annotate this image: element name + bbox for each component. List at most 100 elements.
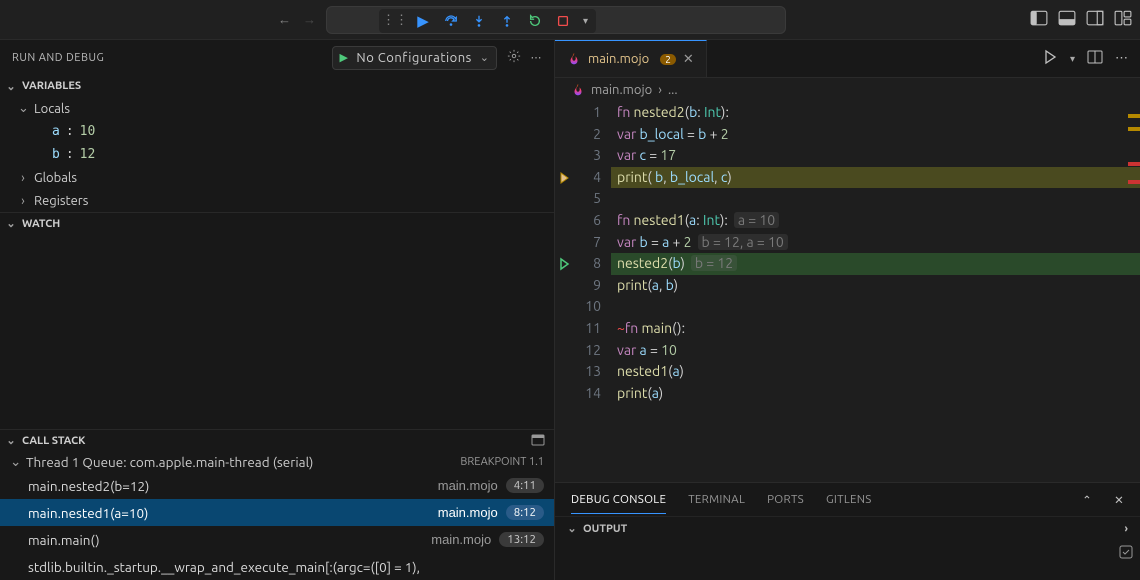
- variable-value: 10: [80, 124, 96, 139]
- execution-pointer-icon: [555, 253, 575, 275]
- line-content: nested1(a): [611, 361, 1140, 383]
- glyph-margin[interactable]: [555, 232, 575, 254]
- title-bar: ← → ⋮⋮ ▶: [0, 0, 1140, 40]
- variables-scope-locals[interactable]: ⌄ Locals: [18, 97, 554, 120]
- restart-button[interactable]: [527, 13, 543, 29]
- variable-row[interactable]: a: 10: [36, 120, 554, 143]
- chevron-down-icon: ⌄: [6, 434, 16, 447]
- code-line[interactable]: 5: [555, 188, 1140, 210]
- step-out-button[interactable]: [499, 13, 515, 29]
- chevron-right-icon[interactable]: ›: [1125, 523, 1128, 535]
- glyph-margin[interactable]: [555, 383, 575, 405]
- run-dropdown-icon[interactable]: ▾: [1070, 53, 1075, 65]
- code-line[interactable]: 7 var b = a + 2b = 12, a = 10: [555, 232, 1140, 254]
- frame-source: main.mojo: [438, 505, 498, 520]
- glyph-margin[interactable]: [555, 210, 575, 232]
- watch-section-header[interactable]: ⌄ WATCH: [0, 212, 554, 234]
- registers-label: Registers: [34, 194, 88, 208]
- variable-row[interactable]: b: 12: [36, 143, 554, 166]
- code-line[interactable]: 6fn nested1(a: Int):a = 10: [555, 210, 1140, 232]
- nav-back-icon[interactable]: ←: [278, 12, 291, 27]
- thread-status: BREAKPOINT 1.1: [460, 456, 544, 468]
- debug-console-settings-icon[interactable]: [1118, 544, 1134, 563]
- code-line[interactable]: 1fn nested2(b: Int):: [555, 102, 1140, 124]
- variables-scope-registers[interactable]: › Registers: [18, 189, 554, 212]
- glyph-margin[interactable]: [555, 318, 575, 340]
- code-line[interactable]: 4 print( b, b_local, c): [555, 167, 1140, 189]
- panel-close-icon[interactable]: ✕: [1114, 493, 1124, 507]
- toggle-panel-icon[interactable]: [1058, 9, 1076, 30]
- overview-ruler[interactable]: [1128, 102, 1140, 482]
- glyph-margin[interactable]: [555, 124, 575, 146]
- continue-button[interactable]: ▶: [415, 13, 431, 29]
- breadcrumb[interactable]: main.mojo › ...: [555, 78, 1140, 102]
- debug-target-dropdown-icon[interactable]: ▾: [583, 15, 588, 27]
- stack-frame-row[interactable]: main.main()main.mojo13:12: [0, 526, 554, 553]
- code-line[interactable]: 2 var b_local = b + 2: [555, 124, 1140, 146]
- variables-section-header[interactable]: ⌄ VARIABLES: [0, 75, 554, 97]
- code-line[interactable]: 13 nested1(a): [555, 361, 1140, 383]
- code-line[interactable]: 3 var c = 17: [555, 145, 1140, 167]
- step-into-button[interactable]: [471, 13, 487, 29]
- glyph-margin[interactable]: [555, 275, 575, 297]
- code-line[interactable]: 12 var a = 10: [555, 340, 1140, 362]
- debug-config-label: No Configurations: [352, 51, 475, 65]
- command-center-input[interactable]: ⋮⋮ ▶ ▾: [326, 6, 786, 34]
- panel-maximize-icon[interactable]: ⌃: [1082, 493, 1092, 507]
- glyph-margin[interactable]: [555, 145, 575, 167]
- chevron-down-icon: ⌄: [6, 217, 16, 230]
- line-number: 6: [575, 210, 611, 232]
- code-line[interactable]: 9 print(a, b): [555, 275, 1140, 297]
- start-debug-icon[interactable]: ▶: [339, 51, 348, 64]
- code-line[interactable]: 11~fn main():: [555, 318, 1140, 340]
- line-number: 13: [575, 361, 611, 383]
- stack-frame-row[interactable]: main.nested1(a=10) main.mojo 8:12: [0, 499, 554, 526]
- line-content: print(a, b): [611, 275, 1140, 297]
- panel-tab-terminal[interactable]: TERMINAL: [688, 493, 745, 506]
- split-editor-icon[interactable]: [1087, 49, 1103, 68]
- nav-forward-icon[interactable]: →: [303, 12, 316, 27]
- panel-tab-ports[interactable]: PORTS: [767, 493, 804, 506]
- more-actions-icon[interactable]: ⋯: [531, 51, 543, 64]
- thread-row[interactable]: ⌄ Thread 1 Queue: com.apple.main-thread …: [0, 451, 554, 472]
- tab-main-mojo[interactable]: main.mojo 2 ✕: [555, 40, 707, 77]
- run-file-icon[interactable]: [1042, 49, 1058, 68]
- more-editor-actions-icon[interactable]: ⋯: [1115, 51, 1128, 66]
- code-editor[interactable]: 1fn nested2(b: Int):2 var b_local = b + …: [555, 102, 1140, 482]
- glyph-margin[interactable]: [555, 340, 575, 362]
- debug-config-dropdown[interactable]: ▶ No Configurations ⌄: [332, 46, 496, 70]
- toggle-secondary-sidebar-icon[interactable]: [1086, 9, 1104, 30]
- callstack-section-header[interactable]: ⌄ CALL STACK: [0, 429, 554, 451]
- glyph-margin[interactable]: [555, 102, 575, 124]
- debug-console-body[interactable]: [555, 540, 1140, 580]
- chevron-down-icon[interactable]: ⌄: [480, 51, 490, 64]
- customize-layout-icon[interactable]: [1114, 9, 1132, 30]
- glyph-margin[interactable]: [555, 296, 575, 318]
- run-and-debug-header: RUN AND DEBUG ▶ No Configurations ⌄ ⋯: [0, 40, 554, 75]
- panel-tab-gitlens[interactable]: GITLENS: [826, 493, 872, 506]
- stack-frame-row[interactable]: main.nested2(b=12)main.mojo4:11: [0, 472, 554, 499]
- frame-function: main.nested1(a=10): [28, 505, 430, 521]
- stack-frame-row[interactable]: stdlib.builtin._startup.__wrap_and_execu…: [0, 553, 554, 580]
- stop-button[interactable]: [555, 13, 571, 29]
- frame-position: 8:12: [506, 505, 544, 520]
- output-section-header[interactable]: ⌄ OUTPUT ›: [555, 516, 1140, 540]
- step-over-button[interactable]: [443, 13, 459, 29]
- glyph-margin[interactable]: [555, 361, 575, 383]
- callstack-collapse-icon[interactable]: [530, 432, 546, 451]
- breadcrumb-more: ...: [668, 83, 678, 97]
- glyph-margin[interactable]: [555, 188, 575, 210]
- toggle-primary-sidebar-icon[interactable]: [1030, 9, 1048, 30]
- chevron-down-icon: ⌄: [567, 522, 577, 535]
- chevron-right-icon: ›: [18, 171, 28, 185]
- debug-settings-gear-icon[interactable]: [507, 49, 521, 66]
- drag-grip-icon[interactable]: ⋮⋮: [387, 13, 403, 29]
- close-tab-icon[interactable]: ✕: [683, 52, 694, 67]
- panel-tab-debug-console[interactable]: DEBUG CONSOLE: [571, 493, 666, 514]
- frame-function: main.main(): [28, 532, 423, 548]
- code-line[interactable]: 10: [555, 296, 1140, 318]
- code-line[interactable]: 8 nested2(b)b = 12: [555, 253, 1140, 275]
- line-content: fn nested2(b: Int):: [611, 102, 1140, 124]
- code-line[interactable]: 14 print(a): [555, 383, 1140, 405]
- variables-scope-globals[interactable]: › Globals: [18, 166, 554, 189]
